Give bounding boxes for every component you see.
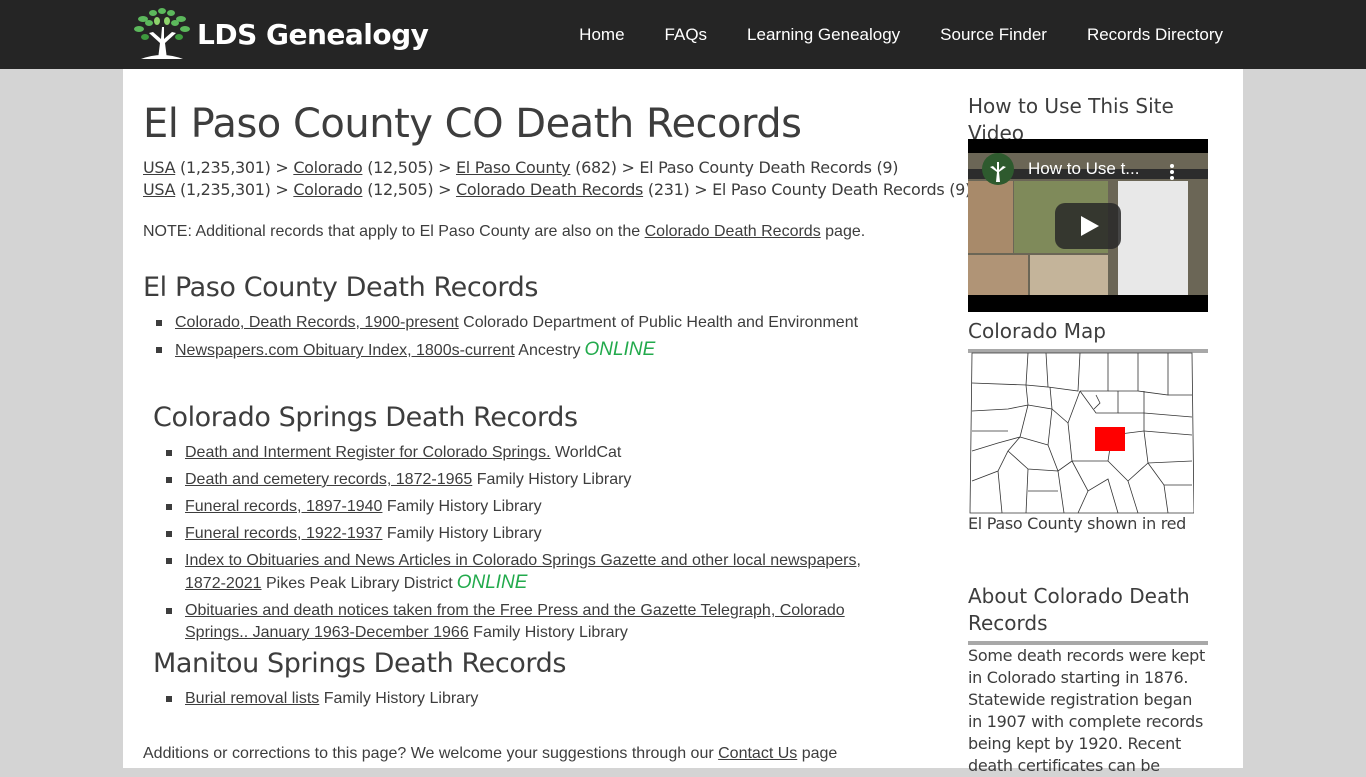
section-heading-colorado-springs: Colorado Springs Death Records — [153, 402, 578, 433]
video-title: How to Use t... — [1028, 159, 1140, 178]
video-thumbnail-document — [1118, 181, 1188, 295]
record-source: Family History Library — [472, 471, 632, 488]
list-item: Newspapers.com Obituary Index, 1800s-cur… — [143, 339, 858, 362]
contact-us-link[interactable]: Contact Us — [718, 745, 797, 762]
list-item: Burial removal lists Family History Libr… — [153, 688, 478, 710]
record-link[interactable]: Burial removal lists — [185, 690, 319, 707]
list-item: Funeral records, 1897-1940 Family Histor… — [153, 496, 923, 518]
list-item: Obituaries and death notices taken from … — [153, 600, 923, 644]
bullet — [166, 477, 172, 483]
about-heading: About Colorado Death Records — [968, 583, 1208, 645]
record-source: Pikes Peak Library District — [261, 575, 453, 592]
map-caption: El Paso County shown in red — [968, 514, 1187, 533]
record-link[interactable]: Funeral records, 1922-1937 — [185, 525, 382, 542]
record-source: WorldCat — [550, 444, 622, 461]
breadcrumb-link-usa[interactable]: USA — [143, 158, 176, 177]
corrections-prefix: Additions or corrections to this page? W… — [143, 745, 719, 762]
section-heading-manitou-springs: Manitou Springs Death Records — [153, 648, 567, 679]
note-prefix: NOTE: Additional records that apply to E… — [143, 223, 645, 240]
breadcrumb-current: (231) > El Paso County Death Records (9) — [643, 180, 971, 199]
play-button-icon[interactable] — [1055, 203, 1121, 249]
nav-records-directory[interactable]: Records Directory — [1087, 25, 1223, 45]
section-heading-el-paso: El Paso County Death Records — [143, 272, 539, 303]
breadcrumb-count: (12,505) > — [362, 180, 456, 199]
site-header: LDS Genealogy Home FAQs Learning Genealo… — [0, 0, 1366, 69]
colorado-county-map — [969, 352, 1194, 514]
record-link[interactable]: Death and Interment Register for Colorad… — [185, 444, 551, 461]
list-item: Funeral records, 1922-1937 Family Histor… — [153, 523, 923, 545]
breadcrumb-count: (1,235,301) > — [175, 180, 294, 199]
record-source: Family History Library — [468, 624, 628, 641]
record-source: Colorado Department of Public Health and… — [458, 314, 859, 331]
bullet — [166, 450, 172, 456]
record-source: Family History Library — [319, 690, 479, 707]
corrections-note: Additions or corrections to this page? W… — [143, 745, 837, 763]
nav-faqs[interactable]: FAQs — [665, 25, 708, 45]
list-item: Death and cemetery records, 1872-1965 Fa… — [153, 469, 923, 491]
note-text: NOTE: Additional records that apply to E… — [143, 223, 865, 241]
bullet — [156, 320, 162, 326]
el-paso-county-highlight — [1095, 427, 1125, 451]
bullet — [166, 696, 172, 702]
bullet — [156, 347, 162, 353]
online-badge: ONLINE — [456, 572, 528, 593]
breadcrumbs: USA (1,235,301) > Colorado (12,505) > El… — [143, 157, 971, 201]
record-list-el-paso: Colorado, Death Records, 1900-present Co… — [143, 312, 858, 362]
record-link[interactable]: Newspapers.com Obituary Index, 1800s-cur… — [175, 342, 515, 359]
list-item: Colorado, Death Records, 1900-present Co… — [143, 312, 858, 334]
logo-text: LDS Genealogy — [197, 17, 429, 51]
breadcrumb: USA (1,235,301) > Colorado (12,505) > Co… — [143, 179, 971, 201]
list-item: Index to Obituaries and News Articles in… — [153, 550, 923, 595]
breadcrumb-link-el-paso-county[interactable]: El Paso County — [456, 158, 571, 177]
breadcrumb-current: (682) > El Paso County Death Records (9) — [570, 158, 899, 177]
note-link-colorado-death-records[interactable]: Colorado Death Records — [645, 223, 821, 240]
breadcrumb: USA (1,235,301) > Colorado (12,505) > El… — [143, 157, 971, 179]
bullet — [166, 608, 172, 614]
site-logo[interactable]: LDS Genealogy — [131, 6, 429, 62]
about-text: Some death records were kept in Colorado… — [968, 646, 1205, 775]
video-thumbnail-photo — [1030, 255, 1108, 295]
record-link[interactable]: Death and cemetery records, 1872-1965 — [185, 471, 472, 488]
tree-logo-icon — [982, 153, 1014, 185]
video-thumbnail-photo — [968, 255, 1028, 295]
breadcrumb-link-colorado[interactable]: Colorado — [293, 180, 362, 199]
record-source: Ancestry — [514, 342, 581, 359]
bullet — [166, 558, 172, 564]
breadcrumb-count: (1,235,301) > — [175, 158, 294, 177]
bullet — [166, 531, 172, 537]
record-link[interactable]: Colorado, Death Records, 1900-present — [175, 314, 459, 331]
breadcrumb-link-colorado-death-records[interactable]: Colorado Death Records — [456, 180, 643, 199]
main-nav: Home FAQs Learning Genealogy Source Find… — [539, 0, 1223, 69]
more-options-icon[interactable] — [1170, 164, 1174, 180]
note-suffix: page. — [820, 223, 866, 240]
page-title: El Paso County CO Death Records — [143, 101, 802, 147]
breadcrumb-count: (12,505) > — [362, 158, 456, 177]
record-list-manitou-springs: Burial removal lists Family History Libr… — [153, 688, 478, 710]
record-link[interactable]: Funeral records, 1897-1940 — [185, 498, 382, 515]
nav-source-finder[interactable]: Source Finder — [940, 25, 1047, 45]
video-embed[interactable]: How to Use t... — [968, 139, 1208, 312]
page-content: El Paso County CO Death Records USA (1,2… — [123, 69, 1243, 775]
bullet — [166, 504, 172, 510]
map-heading: Colorado Map — [968, 318, 1208, 353]
record-source: Family History Library — [382, 525, 542, 542]
tree-logo-icon — [134, 8, 190, 59]
record-list-colorado-springs: Death and Interment Register for Colorad… — [153, 442, 923, 644]
online-badge: ONLINE — [584, 339, 656, 360]
record-source: Family History Library — [382, 498, 542, 515]
video-thumbnail-photo — [968, 181, 1013, 253]
nav-learning-genealogy[interactable]: Learning Genealogy — [747, 25, 900, 45]
breadcrumb-link-colorado[interactable]: Colorado — [293, 158, 362, 177]
nav-home[interactable]: Home — [579, 25, 624, 45]
corrections-suffix: page — [797, 745, 838, 762]
breadcrumb-link-usa[interactable]: USA — [143, 180, 176, 199]
list-item: Death and Interment Register for Colorad… — [153, 442, 923, 464]
